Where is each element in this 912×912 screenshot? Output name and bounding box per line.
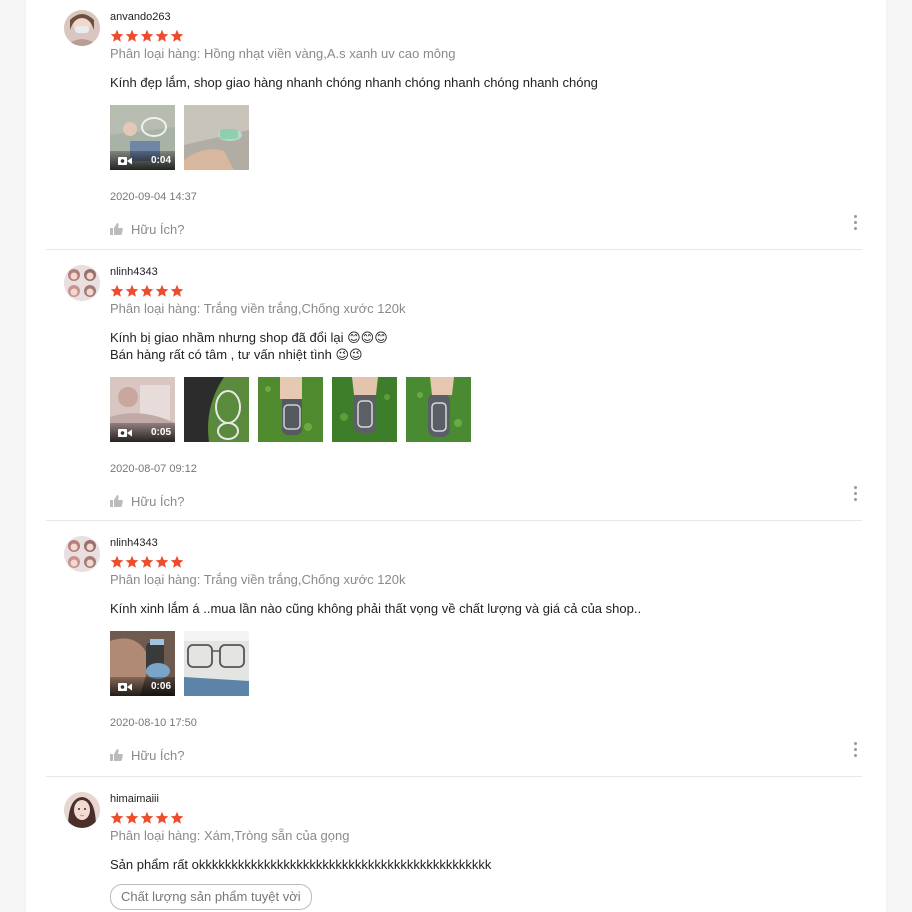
star-icon [155,29,169,42]
star-icon [110,29,124,42]
review-media: 0:05 [110,377,862,442]
more-options-button[interactable] [848,213,862,231]
avatar[interactable] [64,265,100,301]
thumbs-up-icon [110,495,123,507]
review-comment: Sản phẩm rất okkkkkkkkkkkkkkkkkkkkkkkkkk… [110,856,862,873]
star-icon [155,555,169,568]
star-icon [155,284,169,297]
review-tag: Chất lượng sản phẩm tuyệt vời [110,884,312,910]
rating-stars [110,29,862,43]
video-duration: 0:04 [150,155,171,166]
more-options-button[interactable] [848,484,862,502]
star-icon [170,284,184,297]
star-icon [170,811,184,824]
review-comment: Kính bị giao nhầm nhưng shop đã đổi lại … [110,329,862,363]
review-comment: Kính đẹp lắm, shop giao hàng nhanh chóng… [110,74,862,91]
image-thumbnail[interactable] [184,105,249,170]
comment-line: Sản phẩm rất okkkkkkkkkkkkkkkkkkkkkkkkkk… [110,857,492,872]
image-thumbnail[interactable] [184,377,249,442]
more-options-button[interactable] [848,740,862,758]
review-date: 2020-08-07 09:12 [110,463,197,475]
video-overlay: 0:06 [110,677,175,696]
review-date: 2020-08-10 17:50 [110,717,197,729]
video-camera-icon [118,682,132,691]
comment-line: Bán hàng rất có tâm , tư vấn nhiệt tình … [110,347,363,362]
product-variation: Phân loại hàng: Trắng viền trắng,Chống x… [110,301,406,316]
helpful-label: Hữu Ích? [131,747,185,763]
review-item: nlinh4343 Phân loại hàng: Trắng viền trắ… [46,265,862,521]
helpful-label: Hữu Ích? [131,493,185,509]
review-username[interactable]: himaimaiii [110,792,862,806]
divider [46,520,862,521]
video-camera-icon [118,156,132,165]
image-thumbnail[interactable] [406,377,471,442]
video-thumbnail[interactable]: 0:05 [110,377,175,442]
helpful-button[interactable]: Hữu Ích? [110,220,862,238]
comment-line: Kính bị giao nhầm nhưng shop đã đổi lại … [110,330,388,345]
star-icon [140,811,154,824]
star-icon [140,29,154,42]
avatar[interactable] [64,10,100,46]
divider [46,776,862,777]
video-thumbnail[interactable]: 0:06 [110,631,175,696]
video-overlay: 0:04 [110,151,175,170]
review-item: nlinh4343 Phân loại hàng: Trắng viền trắ… [46,536,862,777]
star-icon [170,555,184,568]
star-icon [125,284,139,297]
star-icon [125,811,139,824]
rating-stars [110,284,862,298]
star-icon [110,284,124,297]
review-media: 0:04 [110,105,862,170]
review-date: 2020-09-04 14:37 [110,191,197,203]
thumbs-up-icon [110,223,123,235]
image-thumbnail[interactable] [184,631,249,696]
video-thumbnail[interactable]: 0:04 [110,105,175,170]
thumbs-up-icon [110,749,123,761]
comment-line: Kính đẹp lắm, shop giao hàng nhanh chóng… [110,75,598,90]
rating-stars [110,811,862,825]
star-icon [140,284,154,297]
comment-line: Kính xinh lắm á ..mua lần nào cũng không… [110,601,642,616]
divider [46,249,862,250]
helpful-label: Hữu Ích? [131,221,185,237]
rating-stars [110,555,862,569]
review-item: himaimaiii Phân loại hàng: Xám,Tròng sẵn… [46,792,862,912]
video-camera-icon [118,428,132,437]
product-variation: Phân loại hàng: Trắng viền trắng,Chống x… [110,572,406,587]
reviews-panel: anvando263 Phân loại hàng: Hồng nhạt viề… [26,0,886,912]
star-icon [140,555,154,568]
product-variation: Phân loại hàng: Xám,Tròng sẵn của gọng [110,828,350,843]
review-username[interactable]: nlinh4343 [110,536,862,550]
product-variation: Phân loại hàng: Hồng nhạt viền vàng,A.s … [110,46,456,61]
review-item: anvando263 Phân loại hàng: Hồng nhạt viề… [46,10,862,250]
helpful-button[interactable]: Hữu Ích? [110,492,862,510]
star-icon [170,29,184,42]
video-duration: 0:06 [150,681,171,692]
avatar[interactable] [64,792,100,828]
review-comment: Kính xinh lắm á ..mua lần nào cũng không… [110,600,862,617]
star-icon [110,555,124,568]
helpful-button[interactable]: Hữu Ích? [110,746,862,764]
avatar[interactable] [64,536,100,572]
star-icon [125,29,139,42]
video-overlay: 0:05 [110,423,175,442]
video-duration: 0:05 [150,427,171,438]
image-thumbnail[interactable] [332,377,397,442]
review-username[interactable]: nlinh4343 [110,265,862,279]
star-icon [155,811,169,824]
image-thumbnail[interactable] [258,377,323,442]
star-icon [125,555,139,568]
review-username[interactable]: anvando263 [110,10,862,24]
star-icon [110,811,124,824]
review-media: 0:06 [110,631,862,696]
